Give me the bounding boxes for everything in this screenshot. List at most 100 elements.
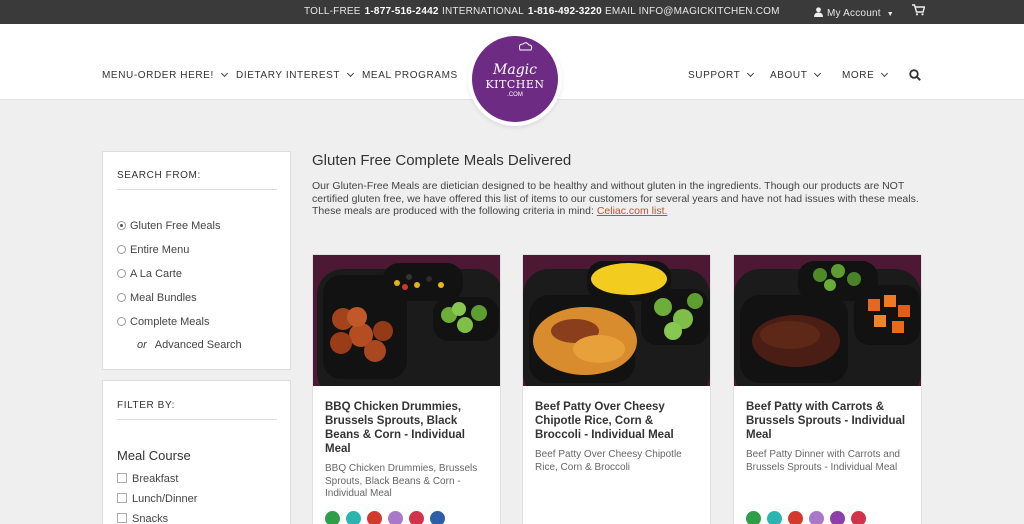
checkbox-icon xyxy=(117,473,127,483)
diet-badge-icon xyxy=(325,511,340,524)
nav-support[interactable]: SUPPORT xyxy=(688,69,755,81)
my-account-menu[interactable]: My Account ▼ xyxy=(814,6,894,19)
meal-course-heading: Meal Course xyxy=(117,448,191,463)
diet-badge-icon xyxy=(409,511,424,524)
logo-text-com: .COM xyxy=(507,92,523,98)
diet-badge-icon xyxy=(388,511,403,524)
magic-kitchen-logo: Magic KITCHEN .COM xyxy=(472,36,558,122)
my-account-label: My Account xyxy=(827,8,881,19)
checkbox-icon xyxy=(117,493,127,503)
cart-icon xyxy=(912,4,926,16)
radio-complete-meals[interactable]: Complete Meals xyxy=(117,316,209,328)
search-from-title: SEARCH FROM: xyxy=(117,170,201,181)
checkbox-snacks[interactable]: Snacks xyxy=(117,512,168,524)
checkbox-label: Breakfast xyxy=(132,473,179,485)
checkbox-lunch-dinner[interactable]: Lunch/Dinner xyxy=(117,492,197,505)
nav-dietary-interest[interactable]: DIETARY INTEREST xyxy=(236,69,355,81)
chevron-down-icon xyxy=(220,69,228,78)
diet-badge-icon xyxy=(430,511,445,524)
search-icon[interactable] xyxy=(909,69,921,81)
filter-by-title: FILTER BY: xyxy=(117,400,176,411)
diet-badge-icon xyxy=(830,511,845,524)
nav-dietary-label: DIETARY INTEREST xyxy=(236,70,341,81)
radio-a-la-carte[interactable]: A La Carte xyxy=(117,268,182,280)
radio-label: Meal Bundles xyxy=(130,292,197,304)
intl-label: INTERNATIONAL xyxy=(442,6,524,17)
radio-label: Complete Meals xyxy=(130,316,210,328)
product-title[interactable]: BBQ Chicken Drummies, Brussels Sprouts, … xyxy=(325,400,489,456)
divider xyxy=(117,419,277,420)
logo-text-kitchen: KITCHEN xyxy=(485,78,545,91)
checkbox-label: Snacks xyxy=(132,513,169,524)
product-description: BBQ Chicken Drummies, Brussels Sprouts, … xyxy=(325,463,478,499)
email-value[interactable]: INFO@MAGICKITCHEN.COM xyxy=(639,6,780,17)
advanced-search-link[interactable]: Advanced Search xyxy=(155,339,242,351)
radio-selected-icon xyxy=(117,221,126,230)
checkbox-icon xyxy=(117,513,127,523)
radio-icon xyxy=(117,293,126,302)
divider xyxy=(117,189,277,190)
radio-gluten-free-meals[interactable]: Gluten Free Meals xyxy=(117,220,220,232)
chevron-down-icon xyxy=(881,69,889,78)
nav-menu-order[interactable]: MENU-ORDER HERE! xyxy=(102,69,228,81)
product-title[interactable]: Beef Patty Over Cheesy Chipotle Rice, Co… xyxy=(535,400,699,442)
logo-text-magic: Magic xyxy=(493,62,537,78)
celiac-link[interactable]: Celiac.com list. xyxy=(597,205,668,217)
product-title[interactable]: Beef Patty with Carrots & Brussels Sprou… xyxy=(746,400,910,442)
top-bar: TOLL-FREE 1-877-516-2442 INTERNATIONAL 1-8… xyxy=(0,0,1024,24)
magic-kitchen-logo-link[interactable]: Magic KITCHEN .COM xyxy=(468,32,562,126)
product-image[interactable] xyxy=(734,255,921,386)
tollfree-label: TOLL-FREE xyxy=(304,6,361,17)
radio-label: Entire Menu xyxy=(130,244,190,256)
nav-about[interactable]: ABOUT xyxy=(770,69,822,81)
radio-label: Gluten Free Meals xyxy=(130,220,221,232)
diet-badge-icon xyxy=(809,511,824,524)
search-from-panel: SEARCH FROM: Gluten Free Meals Entire Me… xyxy=(102,151,291,370)
diet-badge-icon xyxy=(851,511,866,524)
user-icon xyxy=(814,7,823,17)
product-card[interactable]: BBQ Chicken Drummies, Brussels Sprouts, … xyxy=(312,254,501,524)
product-description: Beef Patty Dinner with Carrots and Bruss… xyxy=(746,449,900,473)
checkbox-breakfast[interactable]: Breakfast xyxy=(117,472,178,485)
chevron-down-icon xyxy=(814,69,822,78)
email-label: EMAIL xyxy=(605,6,636,17)
nav-more-label: MORE xyxy=(842,70,875,81)
product-image[interactable] xyxy=(523,255,710,386)
chevron-down-icon xyxy=(747,69,755,78)
or-label: or xyxy=(137,339,147,351)
diet-badge-icon xyxy=(346,511,361,524)
radio-label: A La Carte xyxy=(130,268,182,280)
diet-badge-icon xyxy=(367,511,382,524)
advanced-search-row: or Advanced Search xyxy=(137,339,242,351)
caret-down-icon: ▼ xyxy=(886,11,894,18)
radio-icon xyxy=(117,269,126,278)
product-card[interactable]: Beef Patty Over Cheesy Chipotle Rice, Co… xyxy=(522,254,711,524)
chevron-down-icon xyxy=(347,69,355,78)
intl-info: INTERNATIONAL 1-816-492-3220 xyxy=(442,6,602,17)
nav-meal-programs-label: MEAL PROGRAMS xyxy=(362,70,458,81)
intl-number[interactable]: 1-816-492-3220 xyxy=(528,6,602,17)
nav-meal-programs[interactable]: MEAL PROGRAMS xyxy=(362,70,458,81)
product-card[interactable]: Beef Patty with Carrots & Brussels Sprou… xyxy=(733,254,922,524)
product-image[interactable] xyxy=(313,255,500,386)
nav-more[interactable]: MORE xyxy=(842,69,889,81)
tollfree-number[interactable]: 1-877-516-2442 xyxy=(365,6,439,17)
email-info[interactable]: EMAIL INFO@MAGICKITCHEN.COM xyxy=(605,6,780,17)
radio-icon xyxy=(117,245,126,254)
page-title: Gluten Free Complete Meals Delivered xyxy=(312,152,572,169)
intro-text: Our Gluten-Free Meals are dietician desi… xyxy=(312,180,922,218)
diet-badge-icon xyxy=(746,511,761,524)
cart-button[interactable] xyxy=(912,4,926,19)
radio-icon xyxy=(117,317,126,326)
diet-badge-icon xyxy=(788,511,803,524)
diet-badge-icon xyxy=(767,511,782,524)
checkbox-label: Lunch/Dinner xyxy=(132,493,198,505)
nav-menu-order-label: MENU-ORDER HERE! xyxy=(102,70,214,81)
radio-meal-bundles[interactable]: Meal Bundles xyxy=(117,292,197,304)
nav-about-label: ABOUT xyxy=(770,70,808,81)
tollfree-info: TOLL-FREE 1-877-516-2442 xyxy=(304,6,439,17)
radio-entire-menu[interactable]: Entire Menu xyxy=(117,244,189,256)
nav-support-label: SUPPORT xyxy=(688,70,741,81)
filter-by-panel: FILTER BY: Meal Course Breakfast Lunch/D… xyxy=(102,380,291,524)
product-description: Beef Patty Over Cheesy Chipotle Rice, Co… xyxy=(535,449,682,473)
